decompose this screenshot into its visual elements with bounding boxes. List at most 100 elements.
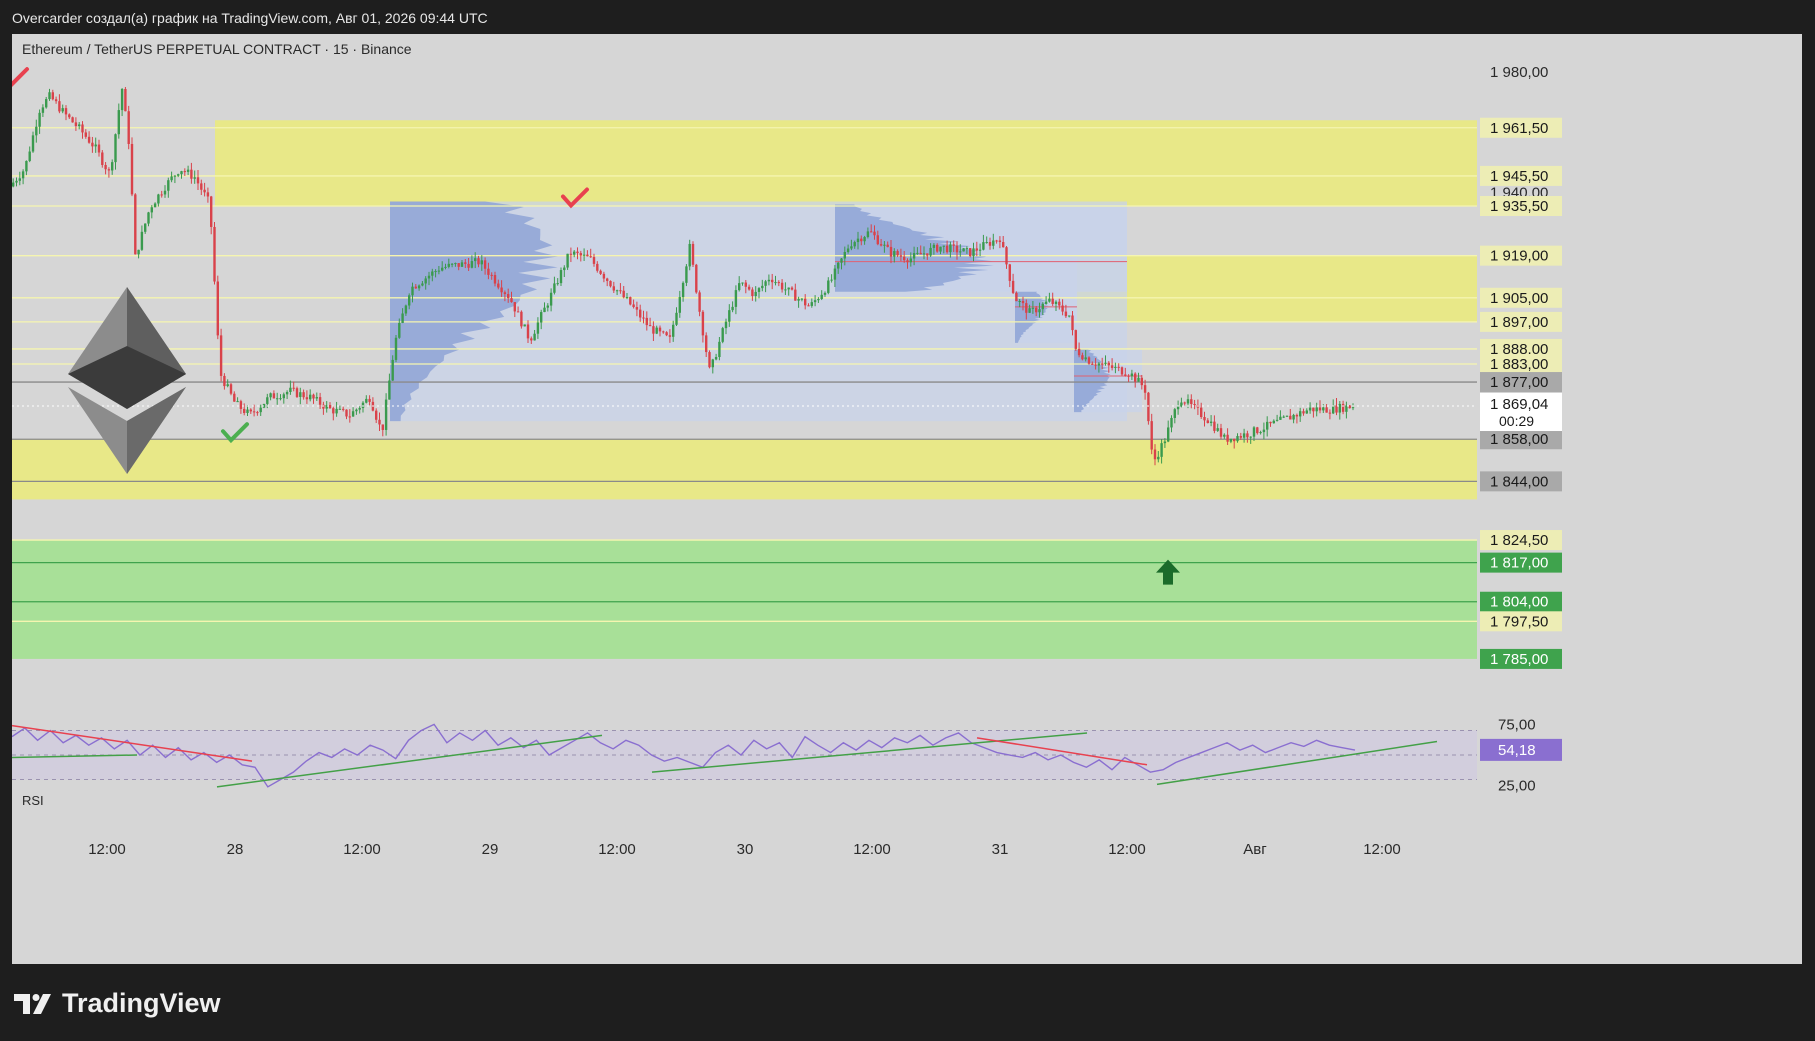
candle-body [774, 282, 777, 284]
candle-body [648, 325, 652, 327]
candle-body [876, 235, 879, 245]
candle-body [266, 397, 269, 404]
candle-body [639, 309, 642, 318]
candle-body [949, 244, 952, 253]
candle-body [342, 408, 345, 410]
candle-body [384, 399, 388, 430]
candle-body [784, 289, 787, 291]
candle-body [493, 275, 497, 284]
candle-body [233, 393, 236, 402]
candle-body [1249, 436, 1252, 438]
candle-body [223, 375, 226, 387]
candle-body [1104, 362, 1107, 364]
candle-body [243, 408, 246, 413]
candle-body [797, 298, 800, 301]
candle-body [236, 401, 239, 403]
price-level-label: 1 897,00 [1490, 314, 1548, 331]
tradingview-wordmark: TradingView [62, 988, 221, 1018]
candle-body [25, 160, 28, 172]
candle-body [18, 178, 21, 181]
candle-body [1335, 405, 1338, 413]
candle-body [853, 242, 856, 247]
candle-body [61, 108, 64, 112]
candle-body [988, 242, 992, 246]
candle-body [292, 387, 295, 389]
candle-body [381, 424, 384, 430]
candle-body [388, 380, 391, 400]
candle-body [1325, 407, 1328, 413]
candle-body [919, 252, 922, 255]
candle-body [691, 243, 695, 265]
candle-body [1275, 419, 1279, 421]
candle-body [804, 298, 807, 306]
candle-body [1279, 416, 1282, 420]
candle-body [279, 398, 282, 400]
candle-body [830, 279, 833, 281]
candle-body [111, 162, 114, 171]
candle-body [536, 322, 540, 334]
candle-body [695, 264, 698, 293]
candle-body [1157, 456, 1160, 460]
candle-body [629, 297, 632, 305]
chart-svg[interactable]: Ethereum / TetherUS PERPETUAL CONTRACT ·… [12, 34, 1802, 964]
candle-body [1262, 429, 1266, 433]
time-tick-label: 31 [992, 841, 1009, 858]
candle-body [879, 244, 883, 246]
candle-body [1117, 366, 1120, 368]
candle-body [866, 231, 870, 238]
tradingview-logo: TradingView [14, 988, 221, 1019]
candle-body [579, 253, 582, 256]
candle-body [936, 244, 939, 252]
candle-body [728, 310, 731, 322]
candle-body [1054, 301, 1058, 304]
candle-body [912, 253, 916, 259]
candle-body [1137, 377, 1140, 382]
candle-body [939, 246, 942, 252]
candle-body [1216, 428, 1219, 431]
candle-body [1242, 433, 1246, 438]
candle-body [969, 248, 972, 257]
candle-body [408, 295, 411, 306]
candle-body [282, 394, 285, 399]
candle-body [1289, 415, 1292, 420]
candle-body [157, 194, 160, 204]
price-level-label: 1 797,50 [1490, 613, 1548, 630]
candle-body [516, 311, 520, 313]
candle-body [299, 392, 302, 397]
candle-body [1120, 367, 1124, 375]
candle-body [210, 196, 213, 227]
candle-body [1008, 264, 1011, 281]
candle-body [335, 408, 338, 414]
candle-body [64, 108, 68, 115]
candle-body [926, 253, 929, 256]
candle-body [965, 248, 969, 250]
candle-body [193, 177, 196, 179]
time-tick-label: 12:00 [1108, 841, 1146, 858]
candle-body [312, 394, 315, 399]
candle-body [942, 245, 945, 247]
candle-body [295, 388, 299, 397]
candle-body [239, 401, 243, 409]
candle-body [850, 246, 853, 249]
candle-body [642, 317, 645, 319]
price-level-label: 1 877,00 [1490, 374, 1548, 391]
candle-body [1229, 438, 1233, 442]
price-level-label: 1 961,50 [1490, 120, 1548, 137]
time-tick-label: 30 [737, 841, 754, 858]
candle-body [94, 144, 97, 147]
price-level-label: 1 844,00 [1490, 473, 1548, 490]
candle-body [101, 152, 104, 165]
chart-frame[interactable]: Ethereum / TetherUS PERPETUAL CONTRACT ·… [12, 34, 1802, 964]
candle-body [609, 280, 612, 287]
candle-body [1200, 407, 1203, 417]
price-level-label: 1 945,50 [1490, 168, 1548, 185]
candle-body [1018, 300, 1021, 302]
symbol-title: Ethereum / TetherUS PERPETUAL CONTRACT ·… [22, 41, 412, 57]
candle-body [896, 251, 899, 256]
candle-body [1272, 420, 1275, 424]
candle-body [599, 270, 602, 274]
rsi-pane [12, 723, 1477, 788]
candle-body [602, 273, 606, 279]
candle-body [1068, 315, 1071, 317]
candle-body [540, 312, 543, 323]
